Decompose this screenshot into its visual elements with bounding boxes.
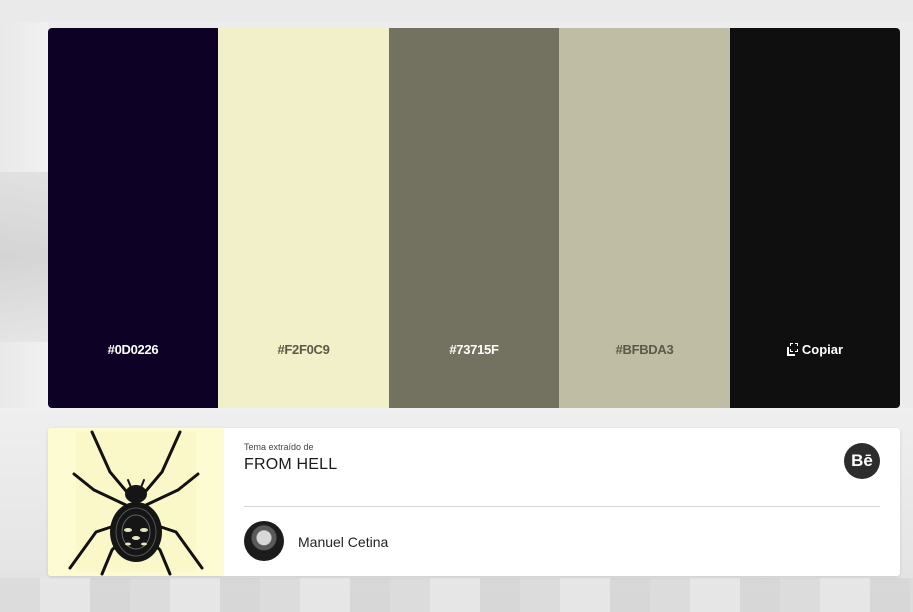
swatch-1[interactable]: #0D0226 (48, 28, 218, 408)
swatch-2[interactable]: #F2F0C9 (218, 28, 389, 408)
avatar[interactable] (244, 521, 284, 561)
extracted-from-label: Tema extraído de (244, 442, 314, 452)
theme-source-card: Tema extraído de FROM HELL Bē Manuel Cet… (48, 428, 900, 576)
swatch-4[interactable]: #BFBDA3 (559, 28, 730, 408)
background-strip (0, 578, 913, 612)
swatch-hex-label[interactable]: #BFBDA3 (559, 342, 730, 357)
copy-icon (786, 343, 799, 356)
spider-illustration (48, 428, 224, 576)
swatch-3[interactable]: #73715F (389, 28, 559, 408)
theme-title[interactable]: FROM HELL (244, 456, 337, 474)
divider (244, 506, 880, 507)
author-name[interactable]: Manuel Cetina (298, 534, 388, 550)
behance-icon[interactable]: Bē (844, 443, 880, 479)
copy-label: Copiar (801, 342, 844, 357)
swatch-hex-label[interactable]: #73715F (389, 342, 559, 357)
theme-info: Tema extraído de FROM HELL Bē Manuel Cet… (244, 428, 880, 576)
theme-thumbnail[interactable] (48, 428, 224, 576)
swatch-5[interactable]: Copiar (730, 28, 900, 408)
color-palette: #0D0226 #F2F0C9 #73715F #BFBDA3 Copiar (48, 28, 900, 408)
copy-button[interactable]: Copiar (730, 342, 900, 357)
swatch-hex-label[interactable]: #F2F0C9 (218, 342, 389, 357)
top-bar-background (0, 0, 913, 22)
swatch-hex-label[interactable]: #0D0226 (48, 342, 218, 357)
background-left (0, 22, 48, 422)
background-blur (0, 172, 48, 342)
